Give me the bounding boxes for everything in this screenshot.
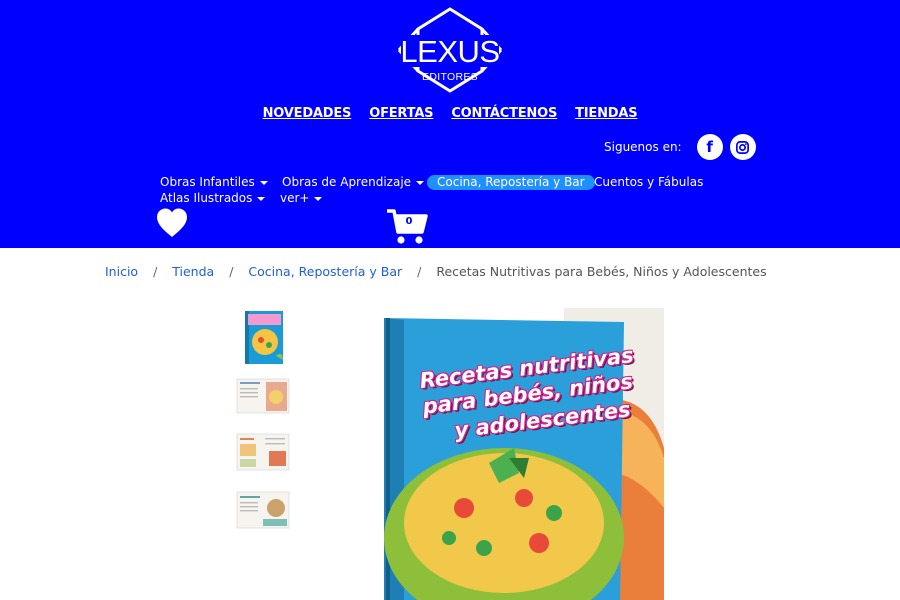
category-cocina[interactable]: Cocina, Repostería y Bar	[427, 175, 595, 190]
nav-tiendas[interactable]: TIENDAS	[575, 106, 637, 121]
breadcrumb-separator: /	[229, 264, 234, 279]
breadcrumb-tienda[interactable]: Tienda	[172, 264, 214, 279]
product-thumbnail-cover[interactable]	[236, 310, 290, 364]
category-label: ver+	[280, 191, 310, 205]
caret-down-icon	[416, 180, 425, 185]
nav-contactenos[interactable]: CONTÁCTENOS	[451, 106, 557, 121]
category-cuentos[interactable]: Cuentos y Fábulas	[594, 175, 703, 189]
caret-down-icon	[259, 180, 268, 185]
logo-subtitle: EDITORES	[422, 71, 478, 83]
caret-down-icon	[314, 196, 323, 201]
category-label: Obras de Aprendizaje	[282, 175, 412, 189]
category-label: Cocina, Repostería y Bar	[437, 175, 585, 189]
cart-count-badge: 0	[405, 216, 413, 227]
breadcrumb-current: Recetas Nutritivas para Bebés, Niños y A…	[436, 264, 767, 279]
nav-novedades[interactable]: NOVEDADES	[263, 106, 352, 121]
breadcrumb-categoria[interactable]: Cocina, Repostería y Bar	[248, 264, 402, 279]
product-thumbnail-page-2[interactable]	[236, 425, 290, 479]
breadcrumb-separator: /	[417, 264, 422, 279]
product-thumbnail-page-3[interactable]	[236, 483, 290, 537]
wishlist-heart-icon[interactable]	[155, 207, 189, 239]
category-label: Cuentos y Fábulas	[594, 175, 704, 189]
nav-ofertas[interactable]: OFERTAS	[369, 106, 433, 121]
top-navigation: NOVEDADES OFERTAS CONTÁCTENOS TIENDAS	[0, 106, 900, 121]
shopping-cart-icon[interactable]	[386, 208, 428, 246]
lexus-logo[interactable]: LEXUS EDITORES	[395, 7, 505, 93]
category-obras-infantiles[interactable]: Obras Infantiles	[160, 175, 268, 189]
social-links: Siguenos en: f	[604, 133, 756, 161]
breadcrumb: Inicio / Tienda / Cocina, Repostería y B…	[105, 264, 767, 279]
category-atlas[interactable]: Atlas Ilustrados	[160, 191, 266, 205]
breadcrumb-inicio[interactable]: Inicio	[105, 264, 138, 279]
site-header: LEXUS EDITORES NOVEDADES OFERTAS CONTÁCT…	[0, 0, 900, 248]
category-ver-mas[interactable]: ver+	[280, 191, 323, 205]
category-label: Obras Infantiles	[160, 175, 255, 189]
instagram-icon[interactable]	[729, 134, 756, 160]
facebook-icon[interactable]: f	[696, 134, 723, 160]
social-label: Siguenos en:	[604, 140, 682, 154]
logo-name: LEXUS	[400, 34, 500, 69]
category-obras-aprendizaje[interactable]: Obras de Aprendizaje	[282, 175, 425, 189]
product-thumbnail-page-1[interactable]	[236, 367, 290, 421]
category-label: Atlas Ilustrados	[160, 191, 253, 205]
caret-down-icon	[257, 196, 266, 201]
breadcrumb-separator: /	[153, 264, 158, 279]
product-main-image[interactable]: Recetas nutritivas para bebés, niños y a…	[324, 308, 664, 600]
